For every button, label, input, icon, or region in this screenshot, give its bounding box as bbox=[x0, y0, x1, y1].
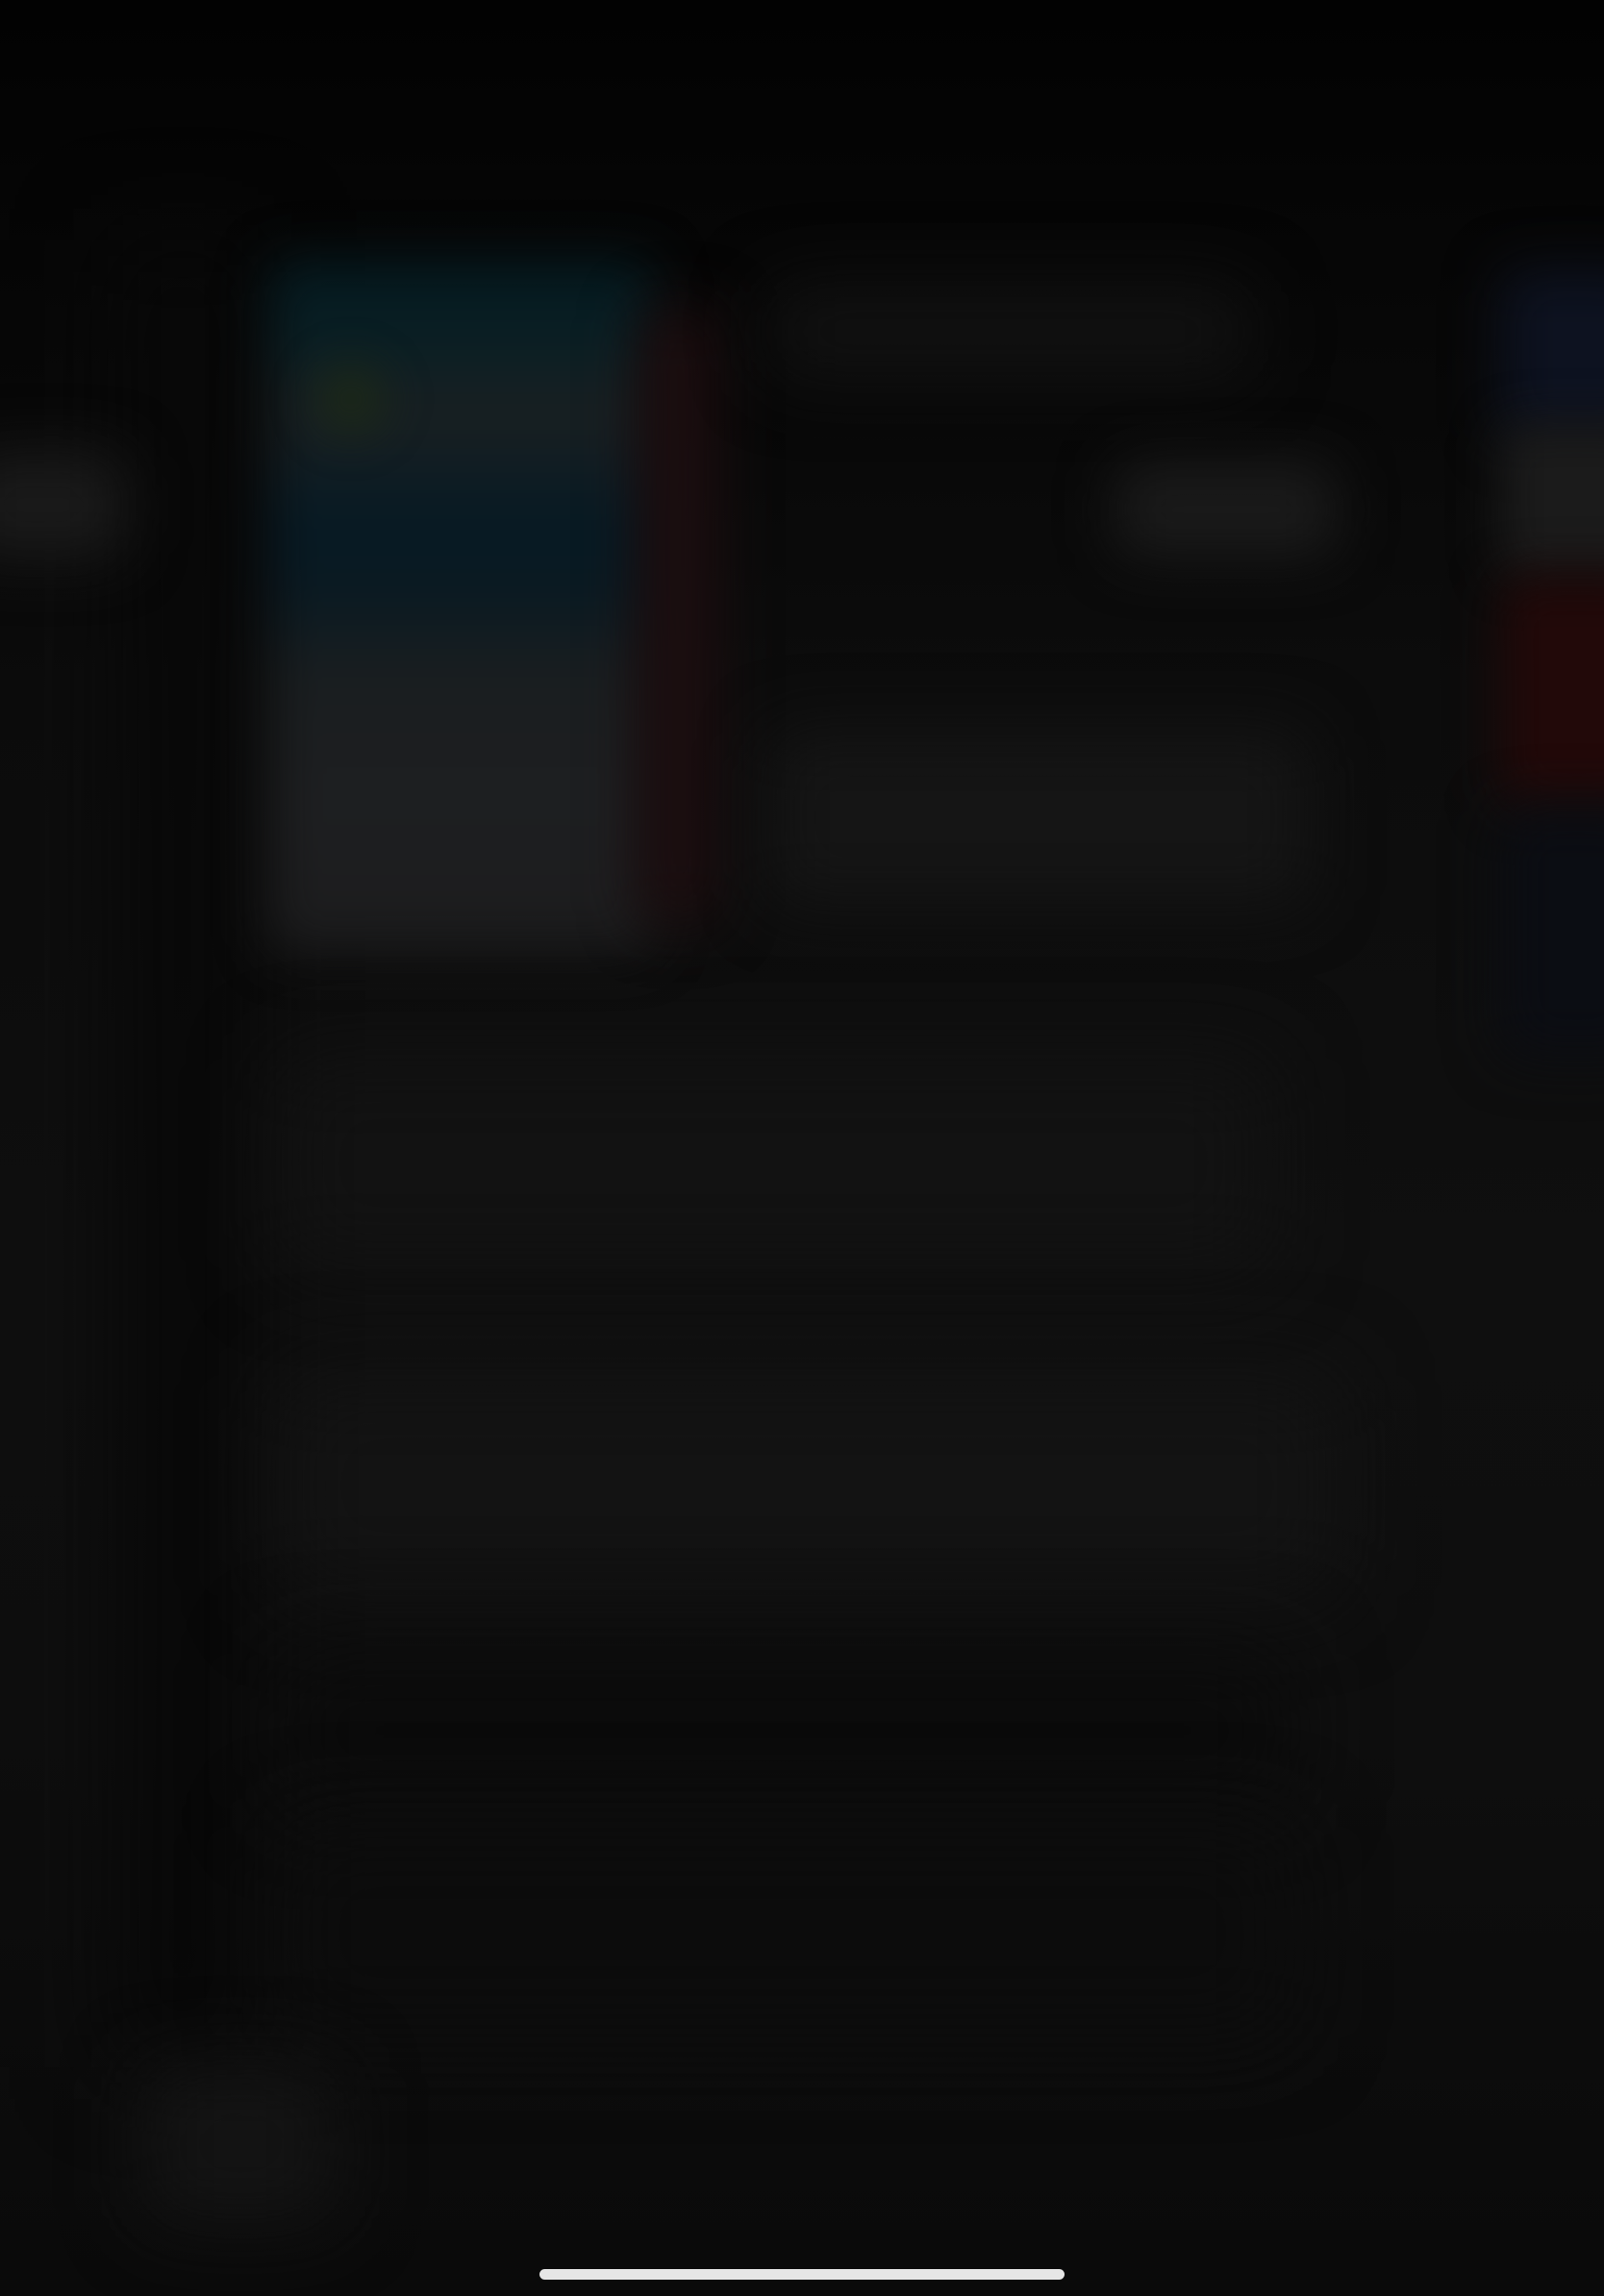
blurred-right-card-top bbox=[1500, 269, 1604, 442]
blurred-left-edge-card bbox=[0, 452, 125, 558]
blurred-content-row-1 bbox=[279, 1058, 1269, 1269]
blurred-content-row-3 bbox=[279, 1654, 1289, 1808]
blurred-right-card-middle bbox=[1500, 423, 1604, 577]
blurred-content-row-4 bbox=[279, 1827, 1289, 2038]
blurred-app-background bbox=[0, 0, 1604, 2296]
blurred-lower-left-element bbox=[144, 2067, 337, 2221]
blurred-artwork-highlight bbox=[298, 346, 404, 452]
blurred-title-area bbox=[769, 288, 1250, 375]
blurred-right-card-dark bbox=[1500, 808, 1604, 1058]
blurred-right-card-red bbox=[1500, 577, 1604, 808]
blurred-content-row-2 bbox=[279, 1375, 1337, 1596]
home-indicator[interactable] bbox=[539, 2269, 1065, 2280]
blurred-metadata-area bbox=[1115, 462, 1337, 558]
blurred-red-accent bbox=[639, 308, 716, 923]
blurred-action-area bbox=[769, 731, 1308, 904]
blurred-left-column bbox=[115, 240, 250, 2067]
